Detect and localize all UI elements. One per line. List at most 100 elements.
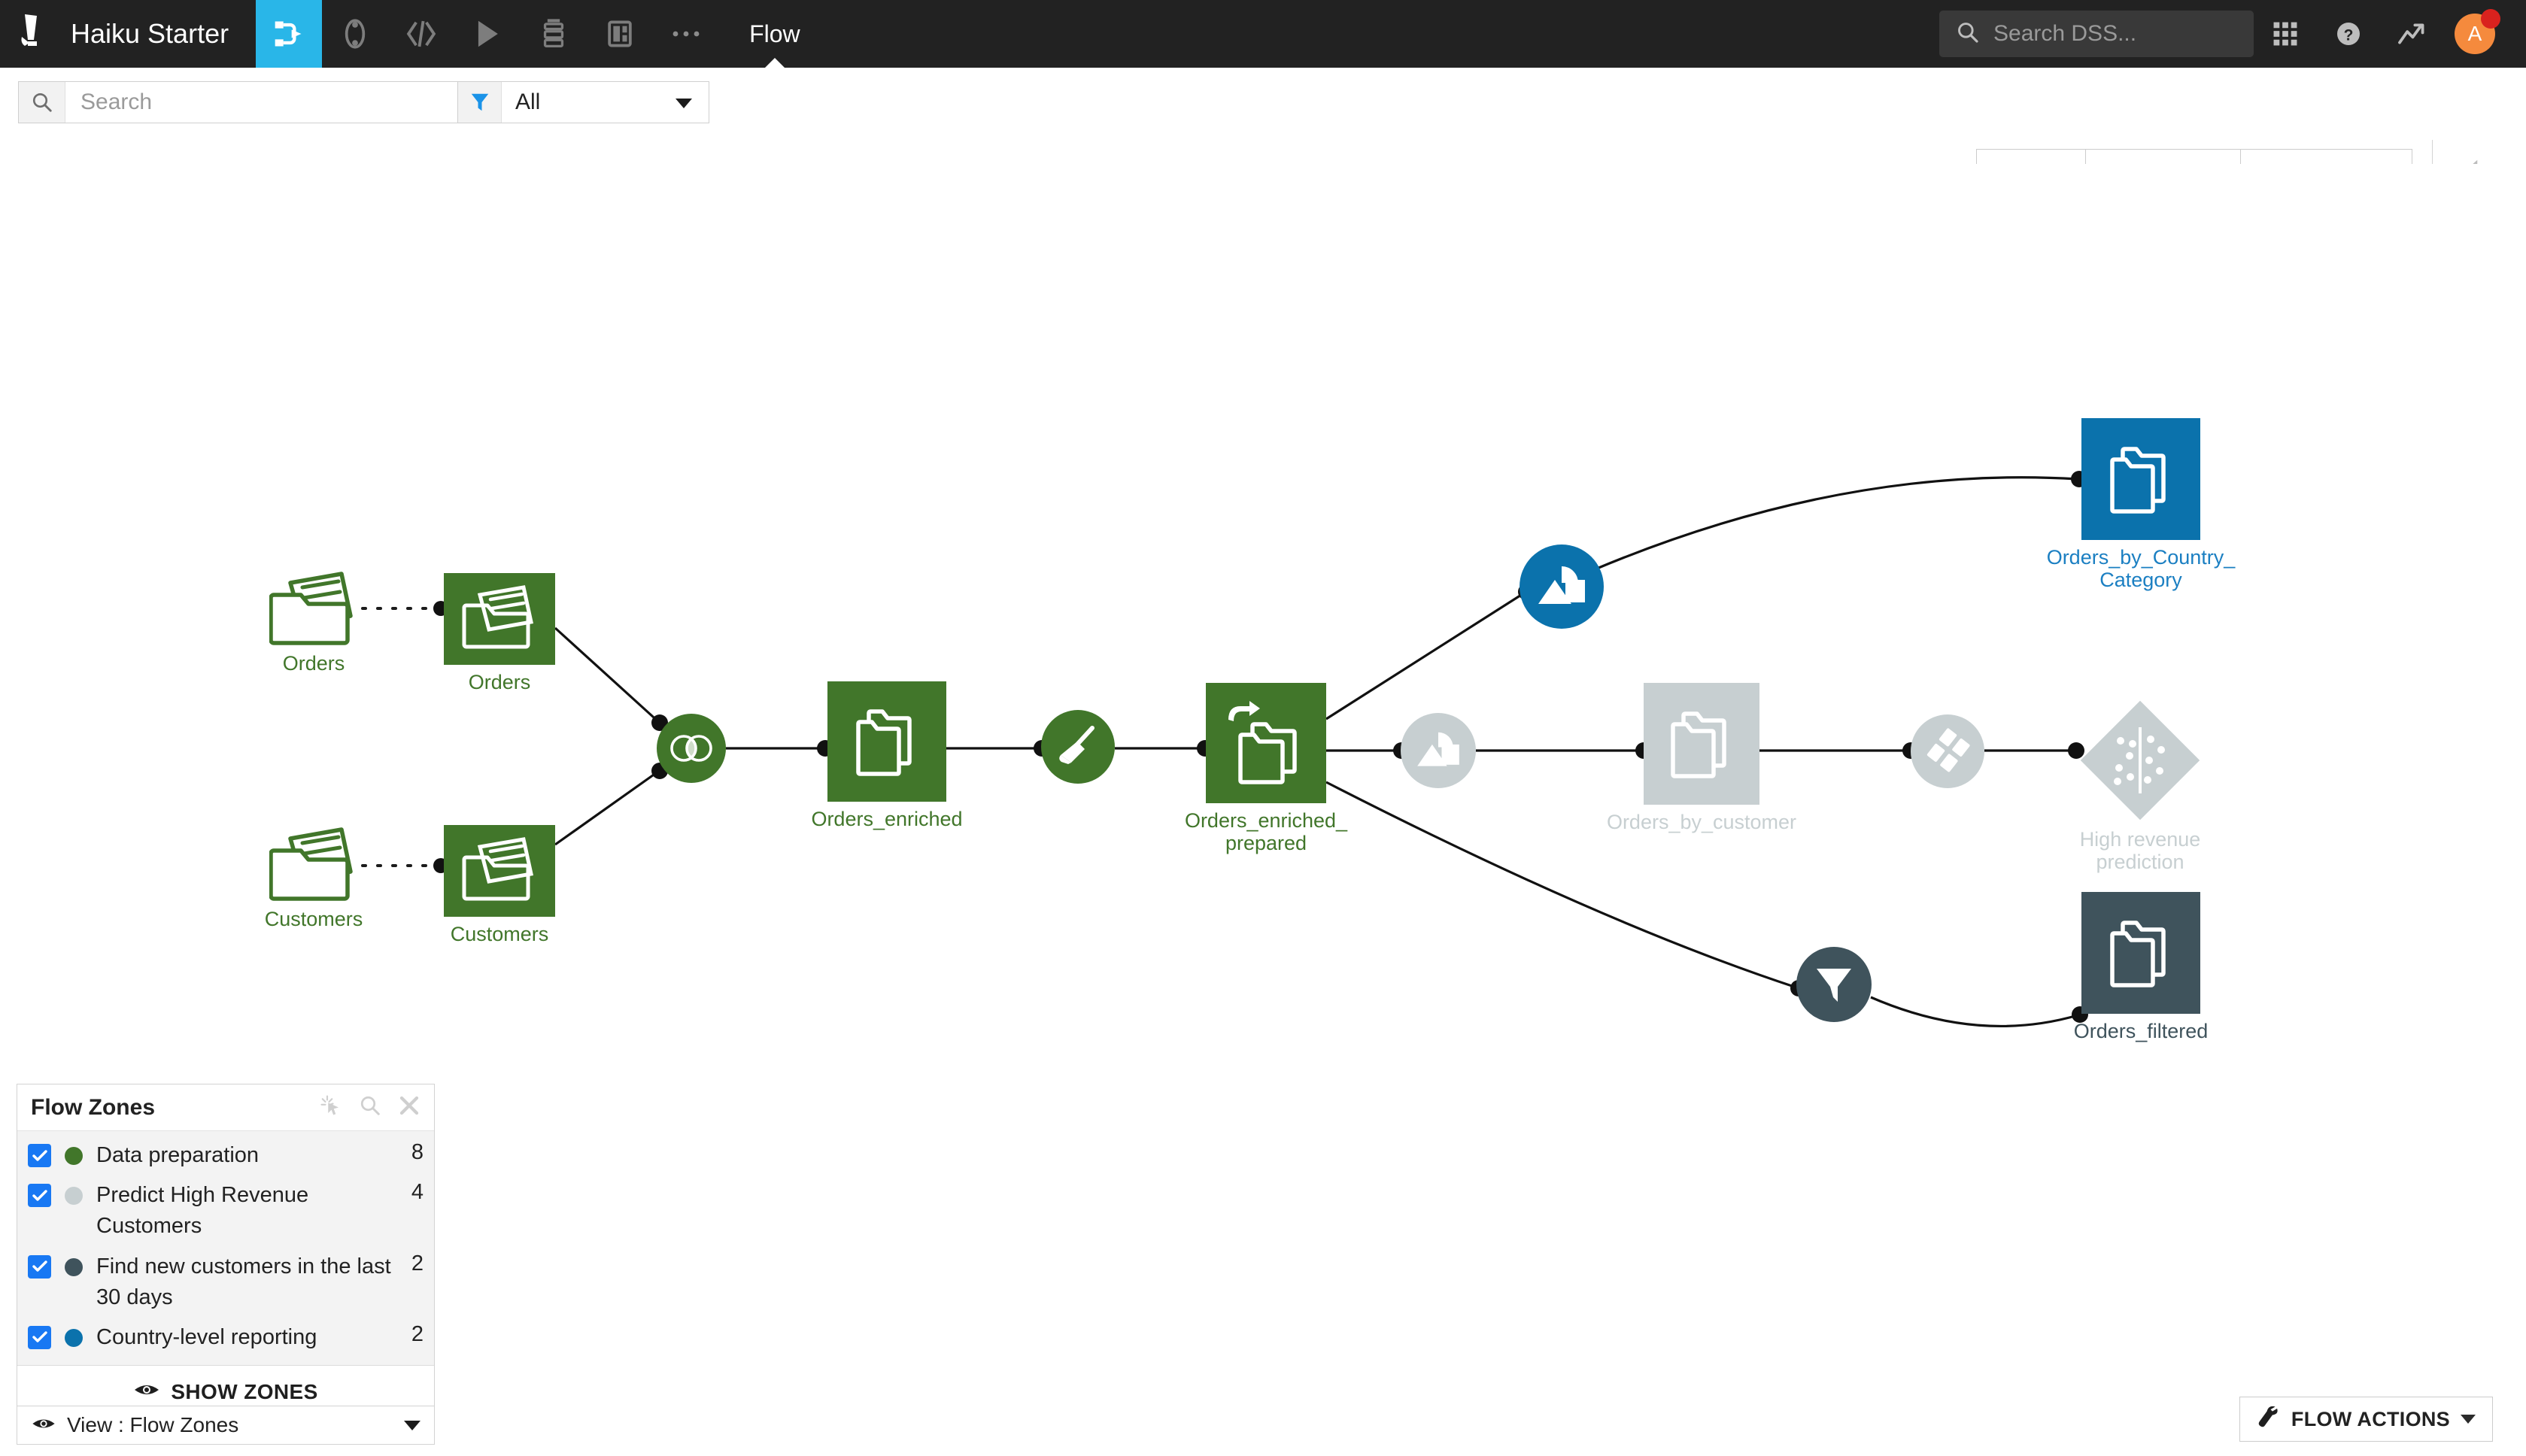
flow-node-label: Orders_enriched_ prepared xyxy=(1184,809,1348,855)
chevron-down-icon xyxy=(676,99,692,108)
flow-view-select[interactable]: View : Flow Zones xyxy=(17,1406,435,1445)
folder-icon xyxy=(462,585,533,649)
flow-view-label: View : Flow Zones xyxy=(67,1413,239,1436)
flow-zones-list: Data preparation 8 Predict High Revenue … xyxy=(17,1131,434,1366)
show-zones-label: SHOW ZONES xyxy=(171,1379,318,1403)
filter-funnel-icon xyxy=(458,82,502,123)
dataset-stack-icon xyxy=(2110,921,2166,987)
flow-node-recipe-join[interactable] xyxy=(657,714,726,783)
flow-node-recipe-filter[interactable] xyxy=(1796,947,1872,1022)
flow-filter-select[interactable]: All xyxy=(457,81,709,123)
flow-node-label: Orders_filtered xyxy=(2073,1020,2209,1042)
folder-outline-icon xyxy=(269,572,353,645)
chevron-down-icon xyxy=(404,1420,420,1430)
zone-count: 4 xyxy=(411,1180,424,1205)
flow-node-recipe-group-customer[interactable] xyxy=(1401,713,1476,788)
flow-node-label: Orders_enriched xyxy=(811,808,963,830)
flow-node-recipe-prepare[interactable] xyxy=(1041,710,1115,784)
avatar[interactable]: A xyxy=(2443,0,2506,68)
nav-automation-icon[interactable] xyxy=(521,0,587,68)
chevron-down-icon xyxy=(2461,1415,2476,1424)
zone-name: Data preparation xyxy=(96,1143,260,1167)
topbar-right-group: Search DSS... ? A xyxy=(1939,0,2526,68)
nav-code-icon[interactable] xyxy=(388,0,454,68)
flow-zones-panel: Flow Zones Data preparation 8 Predict Hi… xyxy=(17,1084,435,1419)
global-search-input[interactable]: Search DSS... xyxy=(1939,11,2254,57)
flow-node-recipe-group-country[interactable] xyxy=(1520,544,1604,629)
flow-search-placeholder: Search xyxy=(80,89,153,114)
flow-search-input[interactable]: Search xyxy=(18,81,484,123)
folder-outline-icon xyxy=(269,827,353,901)
help-question-icon[interactable]: ? xyxy=(2317,0,2380,68)
nav-more-ellipsis-icon[interactable] xyxy=(653,0,719,68)
join-venn-icon xyxy=(670,735,712,762)
flow-node-dataset-orders[interactable]: Orders xyxy=(444,573,555,693)
zone-checkbox[interactable] xyxy=(28,1254,51,1279)
flow-node-dataset-orders-by-customer[interactable]: Orders_by_customer xyxy=(1607,683,1796,833)
search-icon xyxy=(19,82,65,123)
nav-dashboard-icon[interactable] xyxy=(587,0,653,68)
flow-zones-title: Flow Zones xyxy=(31,1094,155,1120)
flow-node-label: Customers xyxy=(450,923,549,945)
dataiku-logo-icon[interactable] xyxy=(11,0,60,68)
zone-checkbox[interactable] xyxy=(28,1144,51,1167)
dataset-stack-sync-icon xyxy=(1228,701,1297,784)
flow-node-folder-customers[interactable]: Customers xyxy=(265,825,363,930)
project-title[interactable]: Haiku Starter xyxy=(71,18,229,50)
flow-zone-row[interactable]: Predict High Revenue Customers 4 xyxy=(17,1175,434,1246)
top-navigation-bar: Haiku Starter Flow Search DSS... ? A xyxy=(0,0,2526,68)
zone-count: 2 xyxy=(411,1251,424,1276)
zone-name: Predict High Revenue Customers xyxy=(96,1183,309,1239)
nav-flow-icon[interactable] xyxy=(256,0,323,68)
flow-actions-button[interactable]: FLOW ACTIONS xyxy=(2239,1397,2493,1442)
flow-node-recipe-score[interactable] xyxy=(1911,714,1984,788)
zone-count: 2 xyxy=(411,1321,424,1346)
flow-node-dataset-customers[interactable]: Customers xyxy=(444,825,555,945)
model-domino-icon xyxy=(2114,727,2165,793)
flow-zone-row[interactable]: Data preparation 8 xyxy=(17,1136,434,1175)
flow-node-folder-orders[interactable]: Orders xyxy=(269,569,358,675)
flow-zone-row[interactable]: Country-level reporting 2 xyxy=(17,1318,434,1357)
zone-name: Country-level reporting xyxy=(96,1324,317,1349)
zone-count: 8 xyxy=(411,1140,424,1164)
search-icon xyxy=(1956,20,1980,48)
zone-color-dot xyxy=(65,1147,83,1165)
zone-checkbox[interactable] xyxy=(28,1184,51,1208)
broom-icon xyxy=(1059,726,1094,764)
apps-grid-icon[interactable] xyxy=(2254,0,2317,68)
flow-actions-label: FLOW ACTIONS xyxy=(2291,1407,2450,1430)
flow-node-dataset-orders-enriched-prepared[interactable]: Orders_enriched_ prepared xyxy=(1185,683,1347,854)
group-chart-icon xyxy=(1417,732,1459,766)
flow-node-dataset-orders-by-country-category[interactable]: Orders_by_Country_ Category xyxy=(2047,418,2235,591)
flow-zones-header: Flow Zones xyxy=(17,1084,434,1131)
global-search-placeholder: Search DSS... xyxy=(1993,21,2137,46)
search-icon[interactable] xyxy=(359,1094,381,1121)
avatar-notification-badge xyxy=(2481,9,2500,29)
flow-node-label: Orders_by_customer xyxy=(1606,811,1797,833)
zone-checkbox[interactable] xyxy=(28,1325,51,1349)
flow-zone-row[interactable]: Find new customers in the last 30 days 2 xyxy=(17,1247,434,1318)
zone-color-dot xyxy=(65,1257,83,1276)
highlight-cursor-icon[interactable] xyxy=(320,1094,342,1121)
activity-trend-icon[interactable] xyxy=(2380,0,2443,68)
current-section-label: Flow xyxy=(749,20,800,47)
flow-toolbar: Search All 1 model 2 folders 7 datasets … xyxy=(0,68,2526,223)
flow-node-dataset-orders-filtered[interactable]: Orders_filtered xyxy=(2074,892,2208,1042)
eye-icon xyxy=(133,1380,160,1404)
nav-jobs-play-icon[interactable] xyxy=(454,0,521,68)
flow-filter-value: All xyxy=(515,89,541,114)
funnel-icon xyxy=(1817,969,1851,1002)
close-icon[interactable] xyxy=(398,1094,420,1121)
wrench-icon xyxy=(2257,1406,2281,1433)
nav-lab-icon[interactable] xyxy=(322,0,388,68)
folder-icon xyxy=(462,837,533,901)
zone-color-dot xyxy=(65,1187,83,1206)
flow-node-dataset-orders-enriched[interactable]: Orders_enriched xyxy=(811,681,963,830)
eye-icon xyxy=(31,1413,56,1437)
zone-color-dot xyxy=(65,1328,83,1347)
score-bars-icon xyxy=(1926,728,1970,772)
section-nav xyxy=(256,0,719,68)
dataset-stack-icon xyxy=(856,709,912,776)
dataset-stack-icon xyxy=(2110,447,2166,514)
flow-node-label: Orders_by_Country_ Category xyxy=(2046,546,2236,592)
